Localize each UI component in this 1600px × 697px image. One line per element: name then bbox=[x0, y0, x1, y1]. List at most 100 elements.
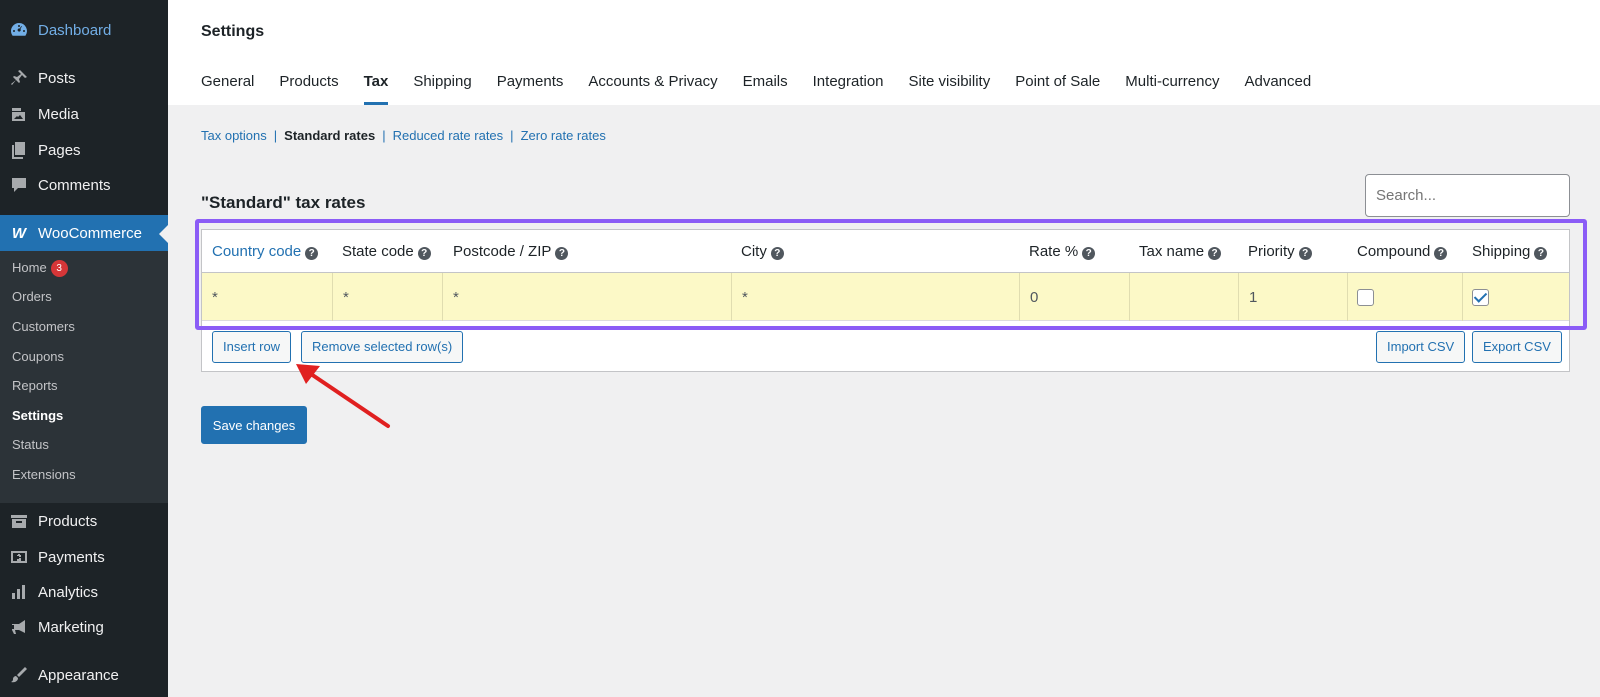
tab-accounts-privacy[interactable]: Accounts & Privacy bbox=[588, 70, 717, 105]
sidebar-item-media[interactable]: Media bbox=[0, 96, 168, 132]
sidebar-item-label: WooCommerce bbox=[38, 224, 142, 242]
column-label: Country code bbox=[212, 243, 302, 260]
subnav-standard-rates[interactable]: Standard rates bbox=[284, 128, 375, 143]
sidebar-item-analytics[interactable]: Analytics bbox=[0, 574, 168, 610]
submenu-item-coupons[interactable]: Coupons bbox=[12, 347, 64, 367]
brush-icon bbox=[8, 664, 30, 686]
col-priority[interactable]: Priority? bbox=[1248, 230, 1312, 273]
subnav-reduced-rate-rates[interactable]: Reduced rate rates bbox=[393, 128, 504, 143]
comment-icon bbox=[8, 174, 30, 196]
submenu-item-status[interactable]: Status bbox=[12, 435, 49, 455]
help-icon[interactable]: ? bbox=[1082, 247, 1096, 260]
tab-point-of-sale[interactable]: Point of Sale bbox=[1015, 70, 1100, 105]
section-title: "Standard" tax rates bbox=[201, 193, 366, 212]
subnav-zero-rate-rates[interactable]: Zero rate rates bbox=[521, 128, 606, 143]
pin-icon bbox=[8, 67, 30, 89]
sidebar-item-marketing[interactable]: Marketing bbox=[0, 609, 168, 645]
sidebar-item-pages[interactable]: Pages bbox=[0, 132, 168, 168]
sidebar-item-label: Payments bbox=[38, 548, 105, 566]
woocommerce-submenu: Home 3 Orders Customers Coupons Reports S… bbox=[0, 251, 168, 503]
col-city[interactable]: City? bbox=[741, 230, 784, 273]
col-state-code[interactable]: State code? bbox=[342, 230, 431, 273]
pages-icon bbox=[8, 139, 30, 161]
country-code-input[interactable] bbox=[202, 273, 332, 321]
subnav-separator: | bbox=[382, 128, 386, 143]
woocommerce-icon: W bbox=[11, 224, 27, 242]
sidebar-item-posts[interactable]: Posts bbox=[0, 60, 168, 96]
cell-shipping bbox=[1462, 273, 1571, 321]
sidebar-item-label: Dashboard bbox=[38, 21, 112, 39]
sidebar-item-label: Appearance bbox=[38, 666, 119, 684]
tab-advanced[interactable]: Advanced bbox=[1244, 70, 1311, 105]
column-label: Rate % bbox=[1029, 243, 1079, 260]
col-postcode[interactable]: Postcode / ZIP? bbox=[453, 230, 569, 273]
tab-emails[interactable]: Emails bbox=[743, 70, 788, 105]
postcode-input[interactable] bbox=[443, 273, 731, 321]
tab-general[interactable]: General bbox=[201, 70, 254, 105]
shipping-checkbox[interactable] bbox=[1472, 289, 1489, 306]
sidebar-item-appearance[interactable]: Appearance bbox=[0, 657, 168, 693]
col-country-code[interactable]: Country code? bbox=[212, 230, 319, 273]
sidebar-item-woocommerce[interactable]: W WooCommerce bbox=[0, 215, 168, 251]
submenu-item-extensions[interactable]: Extensions bbox=[12, 465, 76, 485]
payments-icon bbox=[8, 546, 30, 568]
import-csv-button[interactable]: Import CSV bbox=[1376, 331, 1466, 363]
tab-payments[interactable]: Payments bbox=[497, 70, 564, 105]
table-header: Country code? State code? Postcode / ZIP… bbox=[202, 230, 1569, 273]
help-icon[interactable]: ? bbox=[305, 247, 319, 260]
cell-country bbox=[202, 273, 332, 321]
archive-icon bbox=[8, 510, 30, 532]
column-label: Postcode / ZIP bbox=[453, 243, 552, 260]
help-icon[interactable]: ? bbox=[1534, 247, 1548, 260]
priority-input[interactable] bbox=[1239, 273, 1347, 321]
tab-integration[interactable]: Integration bbox=[813, 70, 884, 105]
help-icon[interactable]: ? bbox=[417, 247, 431, 260]
sidebar-item-dashboard[interactable]: Dashboard bbox=[0, 12, 168, 48]
help-icon[interactable]: ? bbox=[1208, 247, 1222, 260]
subnav-tax-options[interactable]: Tax options bbox=[201, 128, 267, 143]
col-compound[interactable]: Compound? bbox=[1357, 230, 1448, 273]
submenu-item-customers[interactable]: Customers bbox=[12, 317, 75, 337]
col-rate[interactable]: Rate %? bbox=[1029, 230, 1096, 273]
help-icon[interactable]: ? bbox=[1298, 247, 1312, 260]
sidebar-item-label: Marketing bbox=[38, 618, 104, 636]
submenu-item-home[interactable]: Home 3 bbox=[12, 258, 68, 278]
sidebar-item-comments[interactable]: Comments bbox=[0, 167, 168, 203]
help-icon[interactable]: ? bbox=[1434, 247, 1448, 260]
submenu-item-reports[interactable]: Reports bbox=[12, 376, 58, 396]
remove-rows-button[interactable]: Remove selected row(s) bbox=[301, 331, 464, 363]
search-input[interactable] bbox=[1365, 174, 1570, 217]
compound-checkbox[interactable] bbox=[1357, 289, 1374, 306]
sidebar-item-label: Comments bbox=[38, 176, 111, 194]
sidebar-item-products[interactable]: Products bbox=[0, 503, 168, 539]
megaphone-icon bbox=[8, 616, 30, 638]
column-label: State code bbox=[342, 243, 414, 260]
tab-tax[interactable]: Tax bbox=[363, 70, 388, 105]
settings-header: Settings General Products Tax Shipping P… bbox=[168, 0, 1600, 105]
table-row[interactable] bbox=[202, 273, 1569, 321]
submenu-item-orders[interactable]: Orders bbox=[12, 287, 52, 307]
state-code-input[interactable] bbox=[333, 273, 442, 321]
cell-tax-name bbox=[1129, 273, 1238, 321]
tab-products[interactable]: Products bbox=[279, 70, 338, 105]
notification-badge: 3 bbox=[50, 260, 68, 277]
insert-row-button[interactable]: Insert row bbox=[212, 331, 292, 363]
rate-input[interactable] bbox=[1020, 273, 1129, 321]
tab-multi-currency[interactable]: Multi-currency bbox=[1125, 70, 1219, 105]
tax-name-input[interactable] bbox=[1130, 273, 1238, 321]
sidebar-item-label: Pages bbox=[38, 141, 81, 159]
cell-state bbox=[332, 273, 442, 321]
submenu-item-settings[interactable]: Settings bbox=[12, 406, 63, 426]
cell-rate bbox=[1019, 273, 1129, 321]
subnav-separator: | bbox=[273, 128, 278, 143]
sidebar-item-label: Posts bbox=[38, 69, 76, 87]
help-icon[interactable]: ? bbox=[555, 247, 569, 260]
tab-shipping[interactable]: Shipping bbox=[413, 70, 471, 105]
sidebar-item-payments[interactable]: Payments bbox=[0, 539, 168, 575]
city-input[interactable] bbox=[732, 273, 1019, 321]
col-shipping[interactable]: Shipping? bbox=[1472, 230, 1548, 273]
col-tax-name[interactable]: Tax name? bbox=[1139, 230, 1222, 273]
help-icon[interactable]: ? bbox=[770, 247, 784, 260]
tab-site-visibility[interactable]: Site visibility bbox=[909, 70, 991, 105]
export-csv-button[interactable]: Export CSV bbox=[1472, 331, 1562, 363]
